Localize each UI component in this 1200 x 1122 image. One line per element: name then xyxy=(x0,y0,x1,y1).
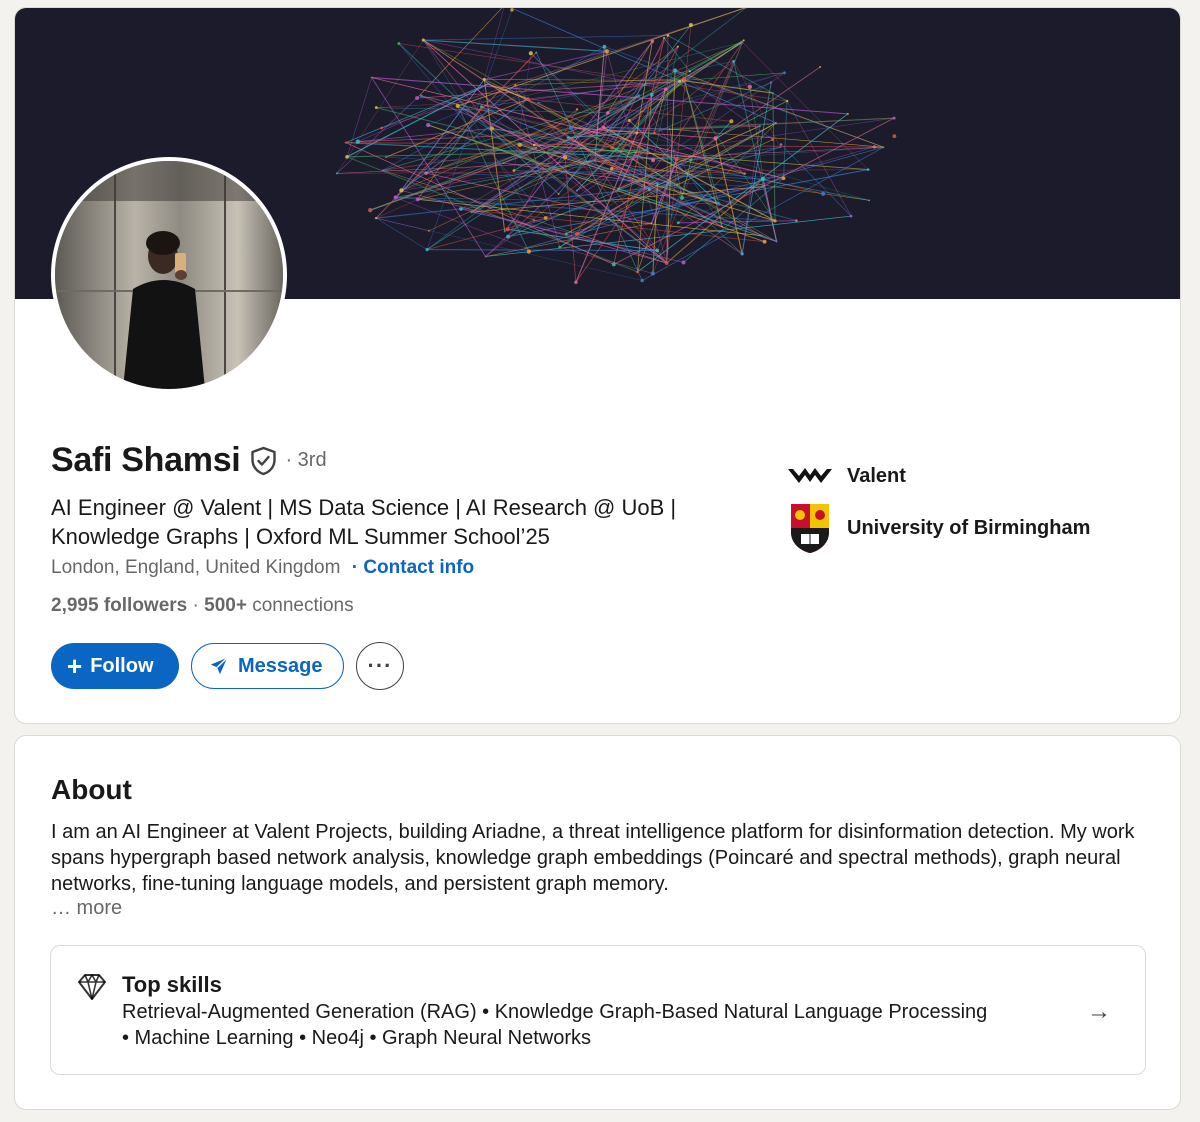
org-valent-name: Valent xyxy=(847,464,906,487)
about-heading: About xyxy=(51,774,132,805)
more-dots-icon: ··· xyxy=(367,653,393,678)
follow-button[interactable]: + Follow xyxy=(51,643,179,689)
message-button[interactable]: Message xyxy=(191,643,344,689)
about-more-link[interactable]: … more xyxy=(51,897,122,920)
profile-photo-image xyxy=(55,161,283,389)
profile-name-row: Safi Shamsi · 3rd xyxy=(51,441,327,480)
followers-count[interactable]: 2,995 followers xyxy=(51,595,187,616)
profile-headline: AI Engineer @ Valent | MS Data Science |… xyxy=(51,495,677,549)
top-skills-box[interactable]: Top skills Retrieval-Augmented Generatio… xyxy=(50,945,1146,1075)
arrow-right-icon[interactable]: → xyxy=(1087,998,1111,1026)
plus-icon: + xyxy=(67,651,83,681)
diamond-icon xyxy=(77,973,107,1006)
profile-card: Safi Shamsi · 3rd AI Engineer @ Valent |… xyxy=(14,7,1181,724)
follow-label: Follow xyxy=(90,654,154,677)
top-skills-title: Top skills xyxy=(122,972,222,997)
org-university-name: University of Birmingham xyxy=(847,516,1091,539)
connection-degree: · 3rd xyxy=(285,449,327,471)
org-valent[interactable]: Valent xyxy=(787,450,906,502)
top-skills-list-line1: Retrieval-Augmented Generation (RAG) • K… xyxy=(122,1001,988,1023)
valent-logo xyxy=(787,450,833,502)
about-card: About I am an AI Engineer at Valent Proj… xyxy=(14,735,1181,1110)
profile-photo[interactable] xyxy=(51,157,287,393)
profile-name: Safi Shamsi xyxy=(51,441,241,479)
send-icon xyxy=(210,657,228,675)
contact-info-link[interactable]: · Contact info xyxy=(352,557,474,578)
verified-shield-icon[interactable] xyxy=(250,446,277,476)
connections-count[interactable]: 500+ xyxy=(204,595,247,616)
message-label: Message xyxy=(238,654,323,677)
profile-actions: + Follow Message ··· xyxy=(51,642,404,690)
network-separator: · xyxy=(187,595,205,616)
university-crest-logo xyxy=(787,502,833,554)
location-row: London, England, United Kingdom · Contac… xyxy=(51,557,474,579)
connections-label: connections xyxy=(246,595,354,616)
more-actions-button[interactable]: ··· xyxy=(356,642,404,690)
org-university[interactable]: University of Birmingham xyxy=(787,502,1090,554)
network-row: 2,995 followers · 500+ connections xyxy=(51,595,354,617)
profile-location: London, England, United Kingdom xyxy=(51,557,341,578)
about-text: I am an AI Engineer at Valent Projects, … xyxy=(51,821,1135,895)
top-skills-list-line2: • Machine Learning • Neo4j • Graph Neura… xyxy=(122,1027,592,1049)
